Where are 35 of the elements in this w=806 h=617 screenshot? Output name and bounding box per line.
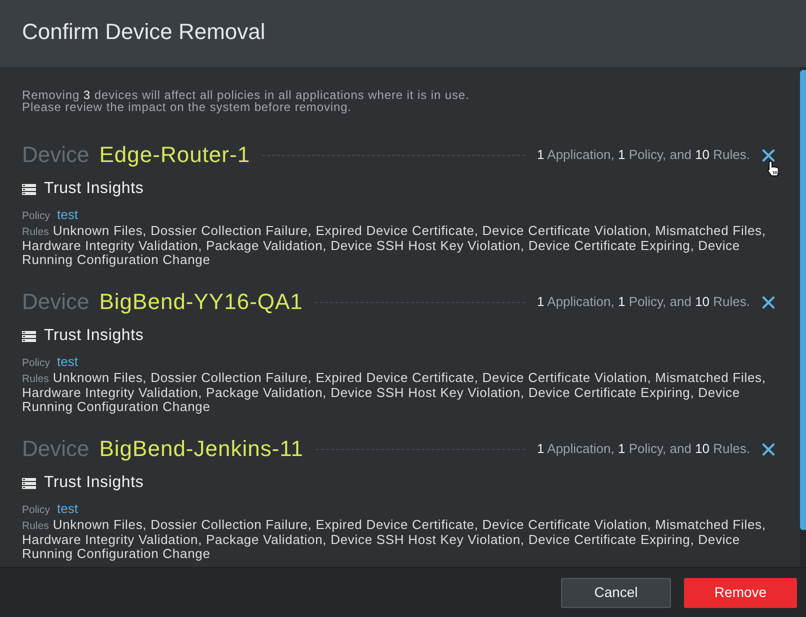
device-label: Device xyxy=(22,288,90,316)
app-title: Trust Insights xyxy=(44,179,144,199)
impact-summary: 1 Application, 1 Policy, and 10 Rules. xyxy=(537,147,750,163)
app-title: Trust Insights xyxy=(44,326,144,346)
remove-device-button[interactable] xyxy=(761,148,776,162)
policy-link[interactable]: test xyxy=(57,208,78,222)
remove-device-button[interactable] xyxy=(761,294,776,310)
policy-label: Policy xyxy=(22,503,50,517)
rules-text: Rules Unknown Files, Dossier Collection Failure, Expired Device Certificate, Device Certificate Violation, Mismatched Files, Hardware Integrity Validation, Package Validation, Device SSH Host Key Violation, Device Certificate Expiring, Device Running Configuration Change xyxy=(22,224,767,267)
remove-button[interactable]: Remove xyxy=(684,578,797,608)
dialog-title: Confirm Device Removal xyxy=(22,18,266,46)
close-icon xyxy=(762,148,775,162)
policy-label: Policy xyxy=(22,356,50,370)
policy-link[interactable]: test xyxy=(57,502,78,516)
device-label: Device xyxy=(22,141,90,169)
policy-label: Policy xyxy=(22,209,50,223)
device-name: BigBend-Jenkins-11 xyxy=(99,435,304,463)
close-icon xyxy=(762,296,775,308)
device-name: BigBend-YY16-QA1 xyxy=(99,288,303,316)
intro-text: Please review the impact on the system before removing. xyxy=(22,101,352,113)
rules-text: Rules Unknown Files, Dossier Collection Failure, Expired Device Certificate, Device Certificate Violation, Mismatched Files, Hardware Integrity Validation, Package Validation, Device SSH Host Key Violation, Device Certificate Expiring, Device Running Configuration Change xyxy=(22,371,767,414)
impact-summary: 1 Application, 1 Policy, and 10 Rules. xyxy=(537,294,750,310)
list-icon xyxy=(22,330,36,342)
remove-device-button[interactable] xyxy=(761,442,776,456)
device-label: Device xyxy=(22,435,90,463)
intro-text: Removing 3 devices will affect all policies in all applications where it is in use. xyxy=(22,89,470,101)
rules-text: Rules Unknown Files, Dossier Collection Failure, Expired Device Certificate, Device Certificate Violation, Mismatched Files, Hardware Integrity Validation, Package Validation, Device SSH Host Key Violation, Device Certificate Expiring, Device Running Configuration Change xyxy=(22,518,767,561)
list-icon xyxy=(22,478,36,488)
impact-summary: 1 Application, 1 Policy, and 10 Rules. xyxy=(537,441,750,457)
close-icon xyxy=(762,442,775,456)
cancel-button[interactable]: Cancel xyxy=(561,578,671,608)
device-name: Edge-Router-1 xyxy=(99,141,250,169)
app-title: Trust Insights xyxy=(44,473,144,493)
list-icon xyxy=(22,184,36,194)
policy-link[interactable]: test xyxy=(57,355,78,369)
